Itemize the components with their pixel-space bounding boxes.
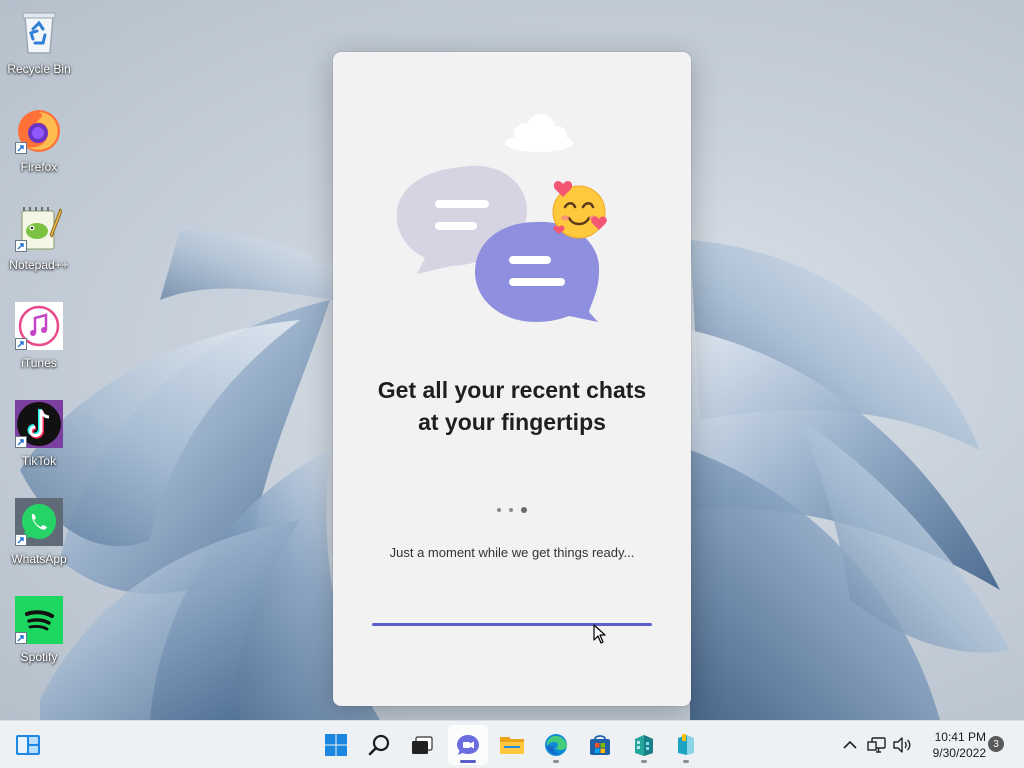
- mouse-cursor-icon: [593, 624, 606, 644]
- running-app-indicator: [553, 760, 559, 763]
- running-app-indicator: [683, 760, 689, 763]
- heading-line-2: at your fingertips: [418, 409, 606, 435]
- widgets-icon: [16, 735, 40, 755]
- app-icon: [678, 734, 694, 755]
- network-icon: [867, 737, 886, 753]
- show-hidden-icons-button[interactable]: [839, 733, 861, 757]
- progress-bar: [372, 623, 652, 626]
- widgets-button[interactable]: [8, 725, 48, 765]
- microsoft-store-icon: [590, 735, 610, 755]
- notepad-plus-plus-icon: [15, 204, 63, 252]
- shortcut-arrow-icon: [15, 142, 27, 154]
- shortcut-arrow-icon: [15, 632, 27, 644]
- desktop-icon-recycle-bin[interactable]: Recycle Bin: [4, 6, 74, 96]
- desktop-icon-spotify[interactable]: Spotify: [4, 594, 74, 684]
- spotify-icon: [15, 596, 63, 644]
- shortcut-arrow-icon: [15, 534, 27, 546]
- clock-date: 9/30/2022: [932, 746, 986, 760]
- desktop-icon-itunes[interactable]: iTunes: [4, 300, 74, 390]
- taskbar-edge-button[interactable]: [536, 725, 576, 765]
- heading-line-1: Get all your recent chats: [377, 377, 647, 403]
- desktop-icon-label: WhatsApp: [11, 552, 67, 566]
- clock-time: 10:41 PM: [934, 730, 986, 744]
- taskbar-chat-button[interactable]: [448, 725, 488, 765]
- loading-status-text: Just a moment while we get things ready.…: [389, 545, 635, 560]
- taskbar-app-button-1[interactable]: [624, 725, 664, 765]
- itunes-icon: [15, 302, 63, 350]
- teams-chat-icon: [457, 735, 479, 755]
- desktop-icon-firefox[interactable]: Firefox: [4, 104, 74, 194]
- shortcut-arrow-icon: [15, 240, 27, 252]
- desktop-icon-label: TikTok: [21, 454, 57, 468]
- desktop-icon-label: iTunes: [21, 356, 57, 370]
- start-icon: [325, 734, 347, 756]
- shortcut-arrow-icon: [15, 338, 27, 350]
- search-icon: [368, 734, 390, 756]
- progress-bar-fill: [372, 623, 652, 626]
- taskbar-microsoft-store-button[interactable]: [580, 725, 620, 765]
- taskbar-clock[interactable]: 10:41 PM 9/30/2022: [918, 729, 986, 761]
- taskbar-start-button[interactable]: [316, 725, 356, 765]
- dialog-heading: Get all your recent chats at your finger…: [333, 374, 691, 438]
- cloud-icon: [505, 114, 573, 152]
- shortcut-arrow-icon: [15, 436, 27, 448]
- taskbar-search-button[interactable]: [360, 725, 400, 765]
- recycle-bin-icon: [15, 8, 63, 56]
- desktop-icon-label: Firefox: [20, 160, 58, 174]
- desktop-icon-tiktok[interactable]: TikTok: [4, 398, 74, 488]
- edge-icon: [545, 734, 567, 756]
- firefox-icon: [15, 106, 63, 154]
- smiling-face-with-hearts-icon: [552, 181, 607, 239]
- taskbar-app-button-2[interactable]: [666, 725, 706, 765]
- desktop-icon-label: Recycle Bin: [7, 62, 71, 76]
- teams-welcome-dialog: Get all your recent chats at your finger…: [333, 52, 691, 706]
- desktop-icon-label: Notepad++: [9, 258, 69, 272]
- volume-icon: [893, 737, 911, 753]
- taskbar-task-view-button[interactable]: [402, 725, 442, 765]
- notification-count-badge[interactable]: 3: [988, 736, 1004, 752]
- taskbar-file-explorer-button[interactable]: [492, 725, 532, 765]
- chevron-up-icon: [843, 740, 857, 749]
- active-app-indicator: [460, 760, 476, 763]
- tiktok-icon: [15, 400, 63, 448]
- whatsapp-icon: [15, 498, 63, 546]
- running-app-indicator: [641, 760, 647, 763]
- task-view-icon: [412, 736, 433, 754]
- volume-button[interactable]: [891, 733, 913, 757]
- desktop-icon-notepad-plus-plus[interactable]: Notepad++: [4, 202, 74, 292]
- file-explorer-icon: [500, 737, 524, 754]
- chat-bubbles-illustration: [396, 114, 607, 322]
- desktop-icon-whatsapp[interactable]: WhatsApp: [4, 496, 74, 586]
- loading-dots-indicator: [497, 506, 527, 514]
- taskbar: 10:41 PM 9/30/2022 3: [0, 720, 1024, 768]
- app-icon: [635, 735, 653, 756]
- desktop-icon-label: Spotify: [20, 650, 58, 664]
- network-status-button[interactable]: [866, 733, 888, 757]
